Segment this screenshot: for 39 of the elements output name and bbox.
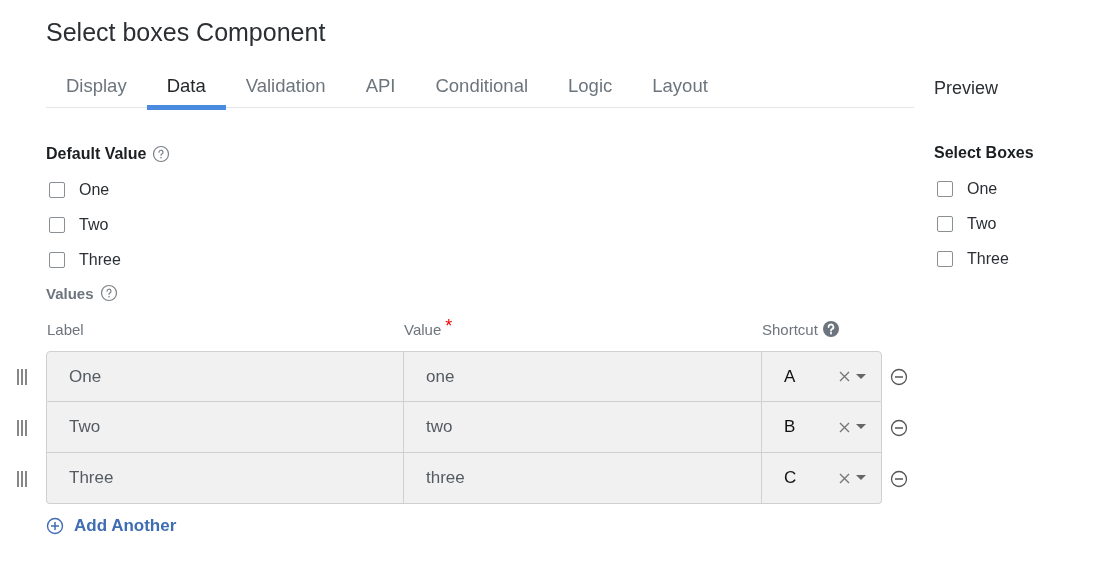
add-another-button[interactable]: Add Another — [46, 516, 177, 536]
checkbox[interactable] — [49, 181, 65, 198]
plus-icon — [46, 517, 64, 535]
help-icon[interactable] — [99, 284, 118, 302]
column-header: Label — [47, 320, 84, 338]
tab[interactable]: Data — [146, 71, 226, 110]
tab[interactable]: Validation — [225, 71, 346, 110]
column-header: Value — [404, 320, 442, 338]
drag-handle-icon[interactable] — [16, 470, 28, 487]
checkbox[interactable] — [49, 251, 65, 268]
tab[interactable]: Display — [46, 71, 147, 110]
field-label: Select Boxes — [934, 144, 1034, 162]
page-title: Select boxes Component — [46, 17, 327, 48]
drag-handle-icon[interactable] — [16, 368, 28, 385]
checkbox[interactable] — [937, 180, 953, 197]
preview-title: Preview — [934, 78, 1000, 99]
checkbox[interactable] — [937, 215, 953, 232]
option-label: One — [967, 179, 998, 198]
option-label: Three — [79, 250, 121, 269]
option-label: Two — [79, 215, 109, 234]
section-label: Default Value — [46, 145, 147, 163]
tab[interactable]: API — [345, 71, 416, 110]
tab[interactable]: Conditional — [415, 71, 549, 110]
section-label: Values — [46, 284, 94, 302]
checkbox[interactable] — [49, 216, 65, 233]
column-header: Shortcut — [762, 320, 818, 338]
help-icon[interactable] — [152, 145, 171, 163]
remove-icon[interactable] — [890, 418, 908, 437]
option-label: One — [79, 180, 110, 199]
option-label: Three — [967, 249, 1009, 268]
option-label: Two — [967, 214, 997, 233]
help-icon[interactable] — [821, 320, 840, 338]
remove-icon[interactable] — [890, 469, 908, 488]
drag-handle-icon[interactable] — [16, 419, 28, 436]
required-mark: * — [445, 315, 453, 337]
tab[interactable]: Logic — [548, 71, 633, 110]
checkbox[interactable] — [937, 250, 953, 267]
tab[interactable]: Layout — [632, 71, 728, 110]
remove-icon[interactable] — [890, 367, 908, 386]
